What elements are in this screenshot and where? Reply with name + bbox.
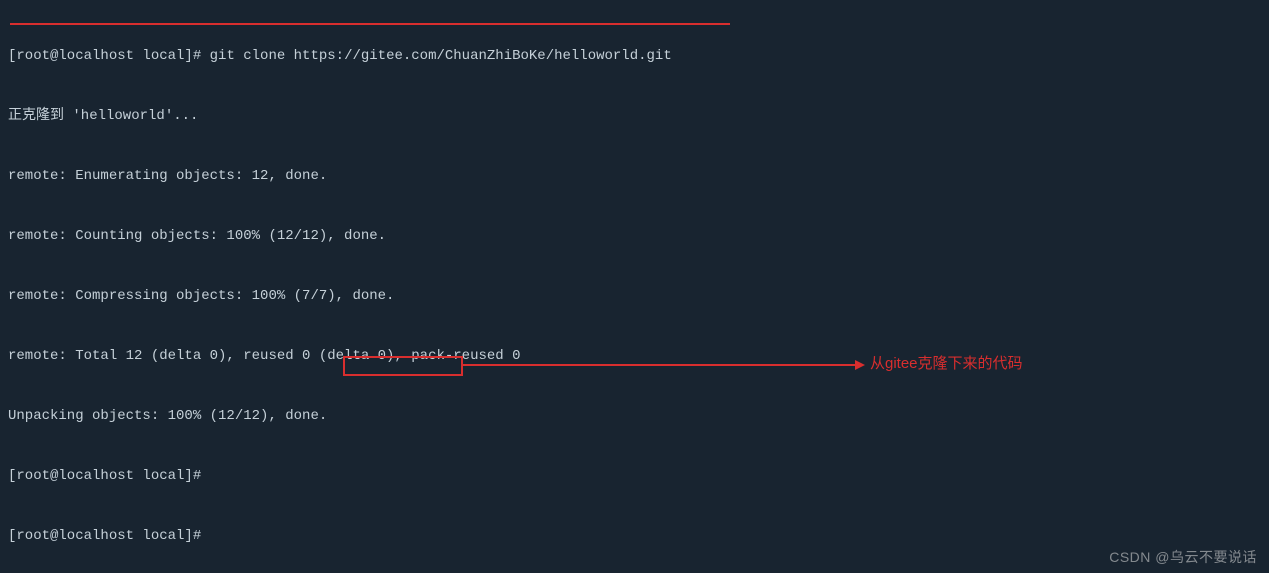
clone-output-3: remote: Compressing objects: 100% (7/7),…: [8, 286, 1261, 306]
annotation-highlight-box: [343, 356, 463, 376]
line-prompt-empty-2: [root@localhost local]#: [8, 526, 1261, 546]
clone-output-5: Unpacking objects: 100% (12/12), done.: [8, 406, 1261, 426]
annotation-label: 从gitee克隆下来的代码: [870, 354, 1023, 374]
terminal[interactable]: [root@localhost local]# git clone https:…: [0, 0, 1269, 573]
clone-output-2: remote: Counting objects: 100% (12/12), …: [8, 226, 1261, 246]
watermark: CSDN @乌云不要说话: [1109, 547, 1257, 567]
clone-output-1: remote: Enumerating objects: 12, done.: [8, 166, 1261, 186]
line-prompt-empty-1: [root@localhost local]#: [8, 466, 1261, 486]
prompt: [root@localhost local]#: [8, 48, 201, 64]
line-cmd1: [root@localhost local]# git clone https:…: [8, 46, 1261, 66]
command-git-clone: git clone https://gitee.com/ChuanZhiBoKe…: [210, 48, 672, 64]
clone-output-4: remote: Total 12 (delta 0), reused 0 (de…: [8, 346, 1261, 366]
annotation-arrow: [463, 364, 863, 366]
annotation-underline: [10, 23, 730, 25]
clone-output-0: 正克隆到 'helloworld'...: [8, 106, 1261, 126]
